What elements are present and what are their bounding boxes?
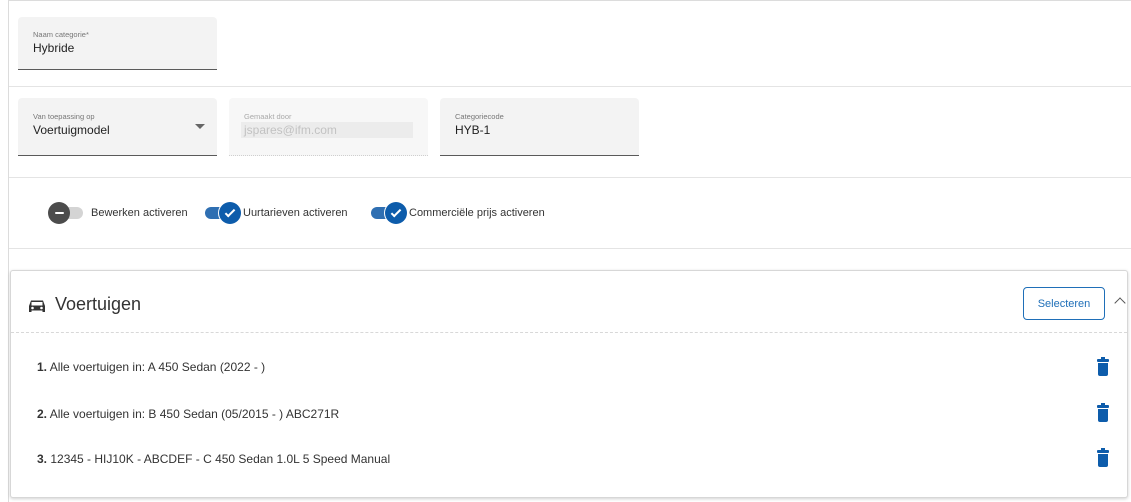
category-name-label: Naam categorie* — [33, 30, 89, 39]
category-code-value[interactable]: HYB-1 — [455, 123, 490, 137]
list-item-text: 12345 - HIJ10K - ABCDEF - C 450 Sedan 1.… — [47, 452, 391, 466]
list-item: 1. Alle voertuigen in: A 450 Sedan (2022… — [37, 360, 265, 374]
category-name-field[interactable]: Naam categorie* Hybride — [18, 17, 217, 70]
vehicles-panel-title: Voertuigen — [55, 294, 142, 314]
minus-icon[interactable] — [48, 202, 70, 224]
vehicles-panel-header[interactable]: Voertuigen Selecteren — [11, 271, 1127, 333]
list-item-number: 3. — [37, 452, 48, 466]
checkmark-icon[interactable] — [219, 202, 241, 224]
toggle-hourly-rates[interactable]: Uurtarieven activeren — [205, 202, 348, 224]
toggle-label: Bewerken activeren — [91, 207, 188, 219]
list-item-text: Alle voertuigen in: A 450 Sedan (2022 - … — [47, 360, 266, 374]
created-by-label: Gemaakt door — [244, 112, 292, 121]
chevron-up-icon[interactable] — [1114, 297, 1126, 309]
trash-icon[interactable] — [1096, 403, 1110, 423]
created-by-field: Gemaakt door jspares@ifm.com — [229, 98, 428, 156]
applies-to-select[interactable]: Van toepassing op Voertuigmodel — [18, 98, 217, 156]
trash-icon[interactable] — [1096, 448, 1110, 468]
dropdown-arrow-icon[interactable] — [195, 124, 205, 129]
toggle-track[interactable] — [205, 202, 241, 224]
trash-icon[interactable] — [1096, 357, 1110, 377]
category-name-value[interactable]: Hybride — [33, 41, 74, 55]
category-code-label: Categoriecode — [455, 112, 504, 121]
created-by-value: jspares@ifm.com — [241, 122, 413, 138]
toggle-track[interactable] — [48, 202, 83, 224]
toggle-edit-enable[interactable]: Bewerken activeren — [48, 202, 188, 224]
select-button[interactable]: Selecteren — [1023, 287, 1105, 320]
divider — [9, 177, 1131, 178]
list-item: 3. 12345 - HIJ10K - ABCDEF - C 450 Sedan… — [37, 452, 390, 466]
category-code-field[interactable]: Categoriecode HYB-1 — [440, 98, 639, 156]
divider — [9, 86, 1131, 87]
divider — [9, 248, 1131, 249]
toggle-commercial-price[interactable]: Commerciële prijs activeren — [371, 202, 545, 224]
list-item: 2. Alle voertuigen in: B 450 Sedan (05/2… — [37, 407, 339, 421]
toggle-track[interactable] — [371, 202, 407, 224]
vehicles-panel: Voertuigen Selecteren 1. Alle voertuigen… — [10, 270, 1128, 498]
list-item-number: 2. — [37, 407, 48, 421]
toggle-label: Commerciële prijs activeren — [409, 207, 545, 219]
list-item-number: 1. — [37, 360, 48, 374]
checkmark-icon[interactable] — [385, 202, 407, 224]
applies-to-label: Van toepassing op — [33, 112, 95, 121]
list-item-text: Alle voertuigen in: B 450 Sedan (05/2015… — [47, 407, 340, 421]
car-icon — [29, 300, 45, 312]
applies-to-value[interactable]: Voertuigmodel — [33, 123, 110, 137]
toggle-label: Uurtarieven activeren — [243, 207, 348, 219]
